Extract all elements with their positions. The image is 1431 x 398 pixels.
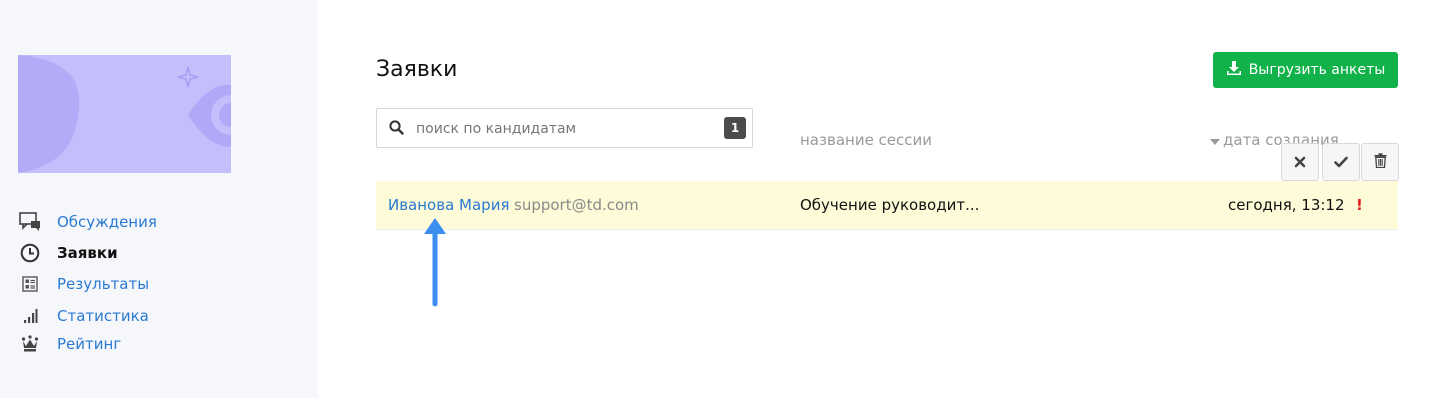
sidebar-item-applications[interactable]: Заявки	[18, 241, 118, 265]
candidate-name-link[interactable]: Иванова Мария	[388, 196, 509, 214]
column-header-session[interactable]: название сессии	[800, 131, 932, 149]
sidebar-item-rating[interactable]: Рейтинг	[18, 332, 121, 356]
sidebar-item-label: Рейтинг	[57, 335, 122, 353]
chat-icon	[18, 210, 42, 234]
reject-button[interactable]	[1281, 143, 1319, 181]
sidebar-item-discussions[interactable]: Обсуждения	[18, 210, 157, 234]
sidebar-item-results[interactable]: Результаты	[18, 272, 149, 296]
crown-icon	[18, 332, 42, 356]
export-button-label: Выгрузить анкеты	[1248, 62, 1386, 78]
candidate-email: support@td.com	[514, 196, 639, 214]
page-title: Заявки	[376, 57, 458, 82]
sidebar-item-label: Заявки	[57, 244, 118, 262]
results-icon	[18, 272, 42, 296]
candidate-search: 1	[376, 108, 753, 148]
delete-button[interactable]	[1361, 143, 1399, 181]
created-date: сегодня, 13:12	[1228, 196, 1345, 214]
sidebar-item-statistics[interactable]: Статистика	[18, 304, 149, 328]
check-icon	[1334, 153, 1348, 172]
banner-illustration	[18, 55, 231, 173]
table-row[interactable]: Иванова Мария support@td.com Обучение ру…	[376, 181, 1398, 230]
download-icon	[1226, 60, 1242, 80]
clock-icon	[18, 241, 42, 265]
sidebar: Обсуждения Заявки Результаты Статистика …	[0, 0, 318, 398]
sidebar-item-label: Результаты	[57, 275, 150, 293]
close-icon	[1294, 153, 1306, 172]
session-name: Обучение руководит...	[800, 196, 980, 214]
search-icon	[389, 120, 404, 139]
sidebar-item-label: Обсуждения	[57, 213, 157, 231]
search-input[interactable]	[414, 118, 718, 140]
sort-desc-icon	[1210, 131, 1220, 149]
result-count-badge: 1	[724, 117, 746, 139]
sidebar-item-label: Статистика	[57, 307, 149, 325]
column-header-date[interactable]: дата создания	[1210, 131, 1339, 149]
bar-chart-icon	[18, 304, 42, 328]
alert-flag-icon: !	[1356, 196, 1363, 214]
export-questionnaires-button[interactable]: Выгрузить анкеты	[1213, 52, 1398, 88]
annotation-arrow-up	[422, 216, 448, 315]
approve-button[interactable]	[1322, 143, 1360, 181]
trash-icon	[1374, 152, 1387, 172]
